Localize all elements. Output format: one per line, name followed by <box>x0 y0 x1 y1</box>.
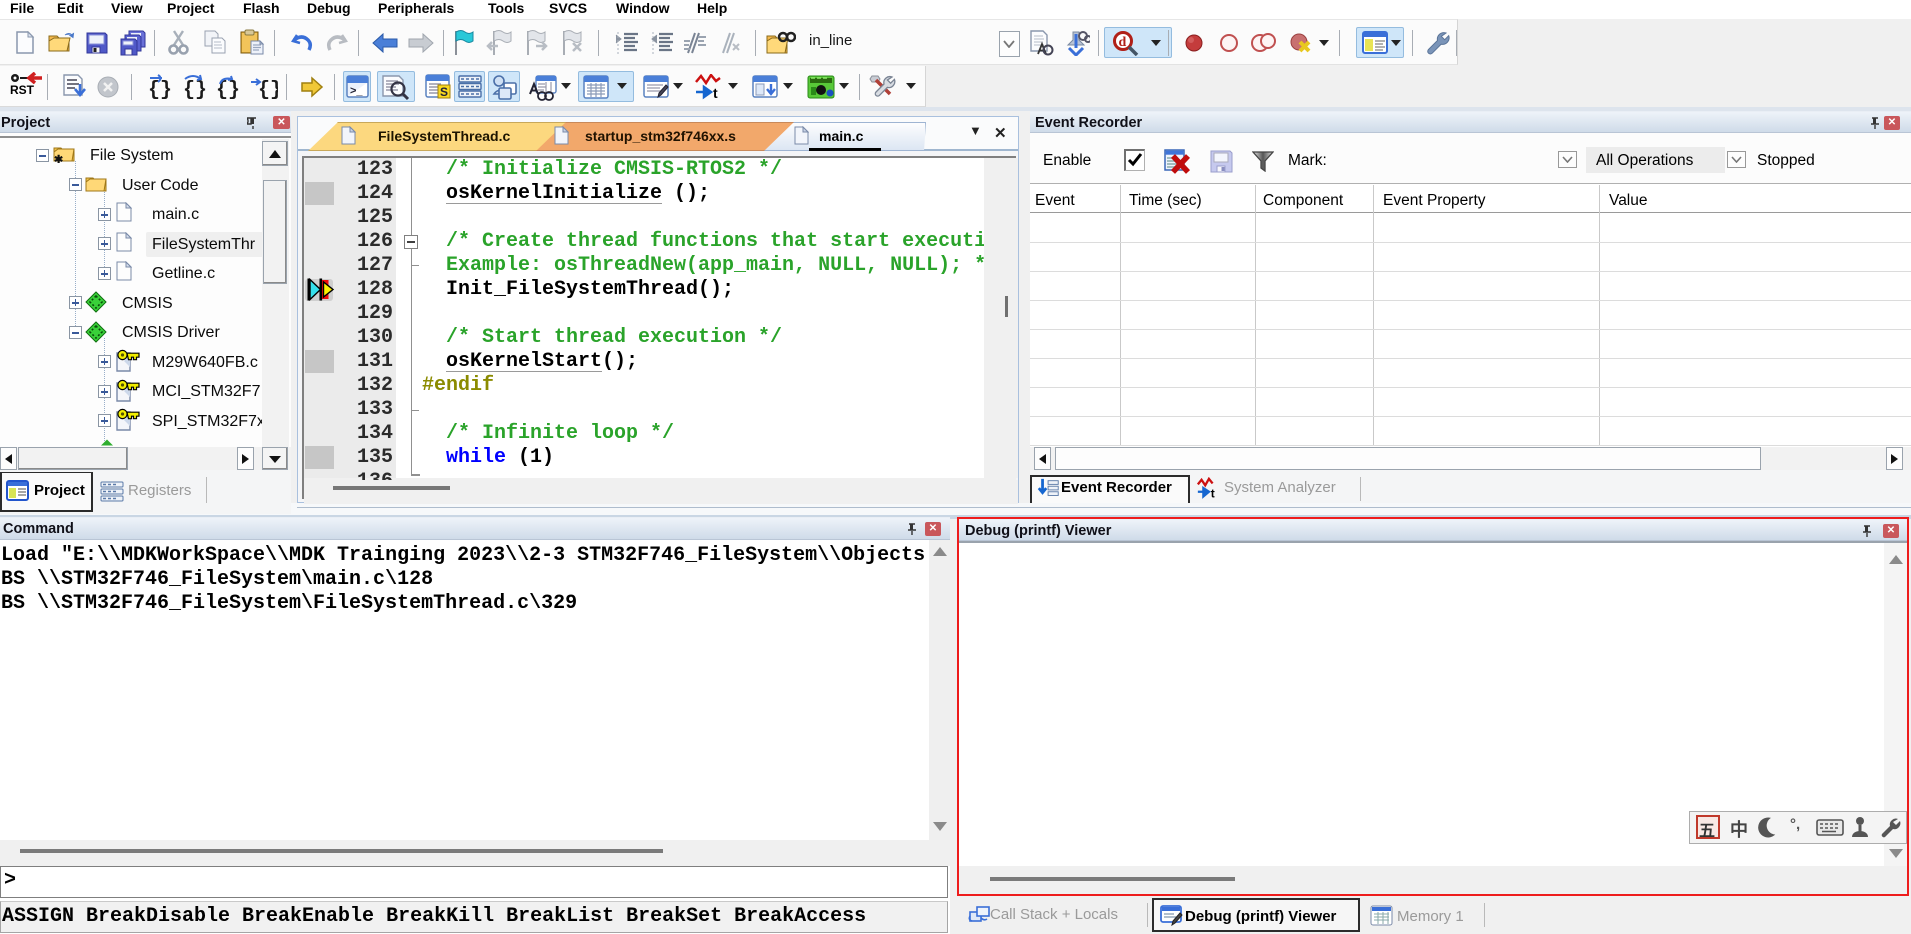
svg-text:>_: >_ <box>350 85 363 97</box>
svg-text:S: S <box>440 85 448 99</box>
svg-text:{}: {} <box>183 79 207 100</box>
svg-text:{}: {} <box>148 79 172 100</box>
svg-text:d: d <box>1119 35 1127 50</box>
svg-text:{}: {} <box>216 79 240 100</box>
svg-text:✱: ✱ <box>54 154 63 163</box>
svg-text:t: t <box>1211 486 1215 500</box>
svg-text:t: t <box>713 85 718 100</box>
